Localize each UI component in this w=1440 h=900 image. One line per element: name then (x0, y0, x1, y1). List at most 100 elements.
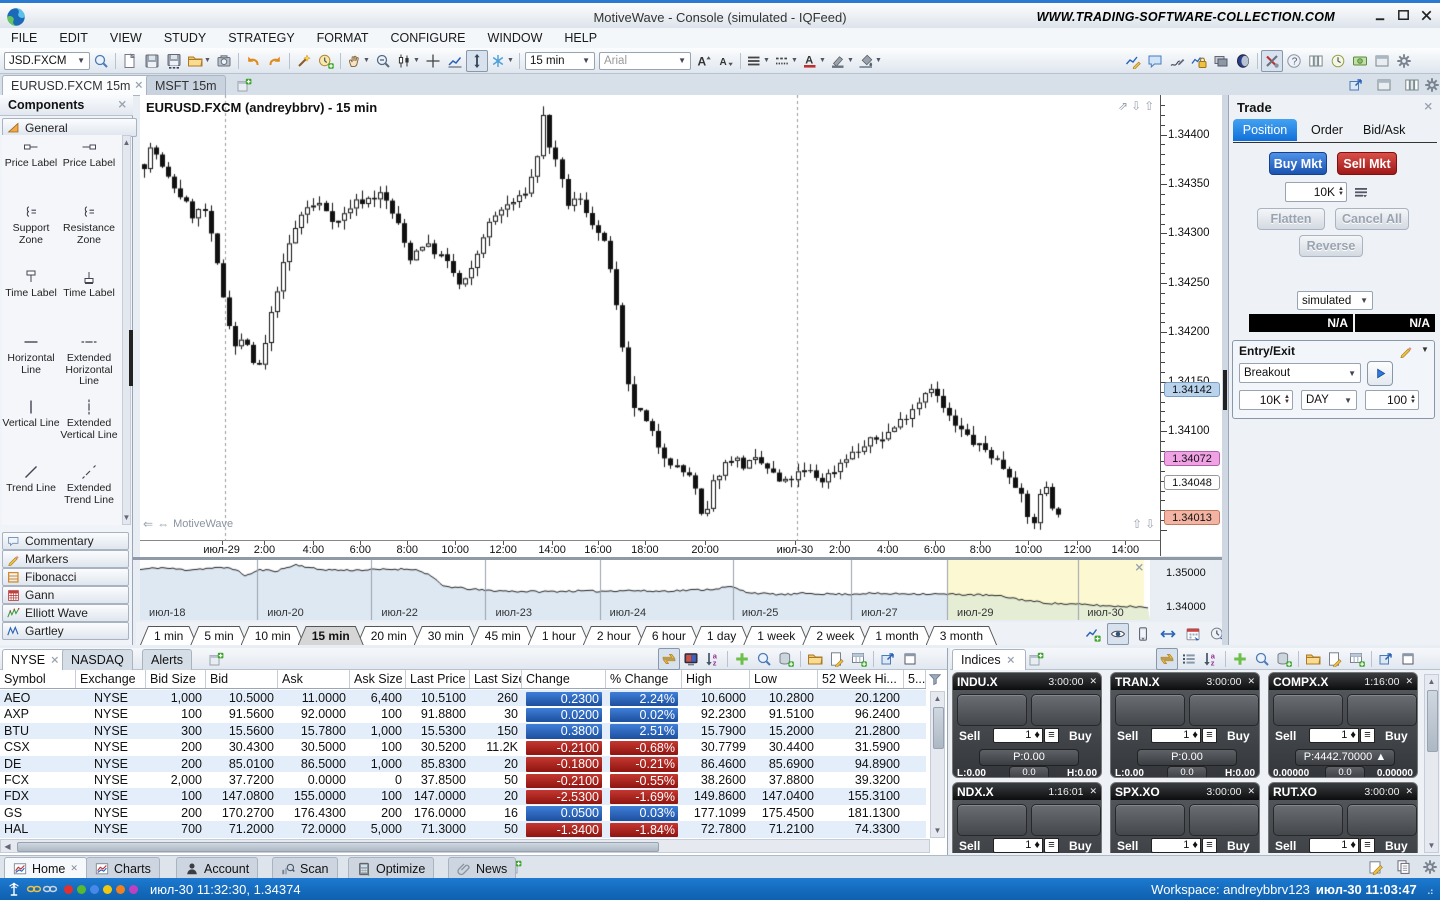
zoom-out-button[interactable] (372, 50, 394, 72)
font-color-button[interactable]: A▼ (800, 50, 828, 72)
edit-strategy-icon[interactable] (1399, 344, 1413, 358)
menu-view[interactable]: VIEW (99, 31, 153, 45)
qty-input[interactable]: 1 ♦ (1309, 838, 1359, 853)
page-tab-charts[interactable]: Charts (86, 857, 160, 879)
component-trend-line[interactable]: Trend Line (2, 460, 60, 525)
column-header-high[interactable]: High (682, 670, 750, 688)
timeframe-2-hour[interactable]: 2 hour (583, 626, 645, 645)
timeframe-1-month[interactable]: 1 month (861, 626, 932, 645)
trade-close-icon[interactable] (1423, 101, 1435, 113)
edit-chart-button[interactable] (1122, 50, 1144, 72)
close-card-icon[interactable]: ✕ (1247, 676, 1255, 687)
qty-input[interactable]: 1 ♦ (1151, 728, 1201, 743)
list-view-icon[interactable] (1178, 648, 1200, 670)
section-gartley[interactable]: Gartley (2, 622, 129, 640)
add-database-icon[interactable] (775, 648, 797, 670)
link-charts-button[interactable]: ▼ (488, 50, 516, 72)
timeframe-15-min[interactable]: 15 min (298, 626, 364, 645)
overview-chart[interactable]: июл-18июл-20июл-22июл-23июл-24июл-25июл-… (140, 560, 1150, 620)
fill-color-button[interactable]: ▼ (856, 50, 884, 72)
timeframe-1-day[interactable]: 1 day (693, 626, 750, 645)
edit-list-icon[interactable] (826, 648, 848, 670)
panel-button[interactable] (1371, 50, 1393, 72)
copy-page-icon[interactable] (1396, 859, 1412, 875)
mid-button[interactable]: 0.0 (1167, 766, 1207, 778)
column-header-low[interactable]: Low (750, 670, 818, 688)
position-button[interactable]: P:4442.70000 ▲ (1295, 749, 1395, 766)
tab-bidask[interactable]: Bid/Ask (1363, 123, 1405, 137)
column-header-ask-size[interactable]: Ask Size (350, 670, 406, 688)
page-settings-icon[interactable] (1422, 859, 1438, 875)
watchlist-header[interactable]: SymbolExchangeBid SizeBidAskAsk SizeLast… (0, 670, 926, 689)
open-button[interactable]: ▼ (185, 50, 213, 72)
bid-price-button[interactable] (1115, 804, 1185, 836)
column-filter-icon[interactable] (928, 672, 942, 686)
minimize-button[interactable] (1373, 8, 1388, 23)
close-card-icon[interactable]: ✕ (1405, 676, 1413, 687)
sell-button[interactable]: Sell (959, 839, 980, 853)
export-icon[interactable] (877, 648, 899, 670)
component-time-label[interactable]: Time Label (2, 265, 60, 330)
scale-button[interactable] (444, 50, 466, 72)
line-color-button[interactable]: ▼ (828, 50, 856, 72)
menu-edit[interactable]: EDIT (48, 31, 98, 45)
save-button[interactable] (141, 50, 163, 72)
column-header-bid-size[interactable]: Bid Size (146, 670, 206, 688)
tab-nasdaq[interactable]: NASDAQ (62, 649, 133, 670)
component-price-label[interactable]: Price Label (60, 135, 118, 200)
timeframe-45-min[interactable]: 45 min (471, 626, 535, 645)
menu-configure[interactable]: CONFIGURE (380, 31, 477, 45)
new-document-button[interactable] (119, 50, 141, 72)
account-money-button[interactable] (1349, 50, 1371, 72)
buy-button[interactable]: Buy (1385, 839, 1408, 853)
add-chart-tab-icon[interactable] (236, 77, 252, 93)
close-button[interactable] (1419, 8, 1434, 23)
menu-strategy[interactable]: STRATEGY (217, 31, 305, 45)
maximize-button[interactable] (1396, 8, 1411, 23)
column-header-exchange[interactable]: Exchange (76, 670, 146, 688)
menu-study[interactable]: STUDY (153, 31, 217, 45)
export-icon[interactable] (1375, 648, 1397, 670)
bid-price-button[interactable] (957, 694, 1027, 726)
add-table-icon[interactable] (848, 648, 870, 670)
ask-price-button[interactable] (1189, 804, 1259, 836)
screenshot-button[interactable] (213, 50, 235, 72)
swap-view-icon[interactable] (1156, 648, 1178, 670)
qty-presets-icon[interactable]: ≡ (1044, 728, 1059, 743)
column-header-5-[interactable]: 5... (904, 670, 926, 688)
section-fibonacci[interactable]: Fibonacci (2, 568, 129, 586)
sell-mkt-button[interactable]: Sell Mkt (1337, 152, 1397, 175)
component-extended-trend-line[interactable]: Extended Trend Line (60, 460, 118, 525)
section-commentary[interactable]: Commentary (2, 532, 129, 550)
close-tab-icon[interactable]: ✕ (70, 863, 78, 874)
signature-button[interactable] (1166, 50, 1188, 72)
qty-presets-icon[interactable]: ≡ (1360, 838, 1375, 853)
components-close-icon[interactable] (117, 99, 129, 111)
page-tab-optimize[interactable]: Optimize (348, 857, 434, 879)
ask-price-button[interactable] (1347, 804, 1417, 836)
resize-grip[interactable]: ⣠ (1427, 884, 1434, 895)
redo-button[interactable] (264, 50, 286, 72)
watchlist-hscrollbar[interactable]: ◀ (0, 839, 930, 853)
edit-page-icon[interactable] (1368, 859, 1384, 875)
page-tab-scan[interactable]: Scan (272, 857, 338, 879)
qty-presets-icon[interactable]: ≡ (1044, 838, 1059, 853)
buy-mkt-button[interactable]: Buy Mkt (1269, 152, 1327, 175)
cancel-all-button[interactable]: Cancel All (1335, 208, 1409, 230)
qty-presets-icon[interactable]: ≡ (1202, 838, 1217, 853)
component-resistance-zone[interactable]: Resistance Zone (60, 200, 118, 265)
quantity-presets-icon[interactable] (1353, 184, 1369, 200)
watchlist-row-FCX[interactable]: FCXNYSE2,00037.72000.0000037.850050-0.21… (0, 772, 926, 788)
tab-msft[interactable]: MSFT 15m (146, 75, 226, 95)
font-decrease-button[interactable]: A (715, 50, 737, 72)
add-symbol-icon[interactable] (1229, 648, 1251, 670)
edit-list-icon[interactable] (1324, 648, 1346, 670)
entry-exit-collapse-icon[interactable]: ▼ (1421, 345, 1429, 354)
account-select[interactable]: simulated▼ (1297, 291, 1373, 310)
qty-input[interactable]: 1 ♦ (993, 728, 1043, 743)
position-button[interactable]: P:0.00 (1137, 749, 1237, 766)
column-header-bid[interactable]: Bid (206, 670, 278, 688)
tab-position[interactable]: Position (1233, 119, 1297, 141)
tile-windows-icon[interactable] (1404, 77, 1420, 93)
add-watchlist-tab-icon[interactable] (208, 651, 224, 667)
